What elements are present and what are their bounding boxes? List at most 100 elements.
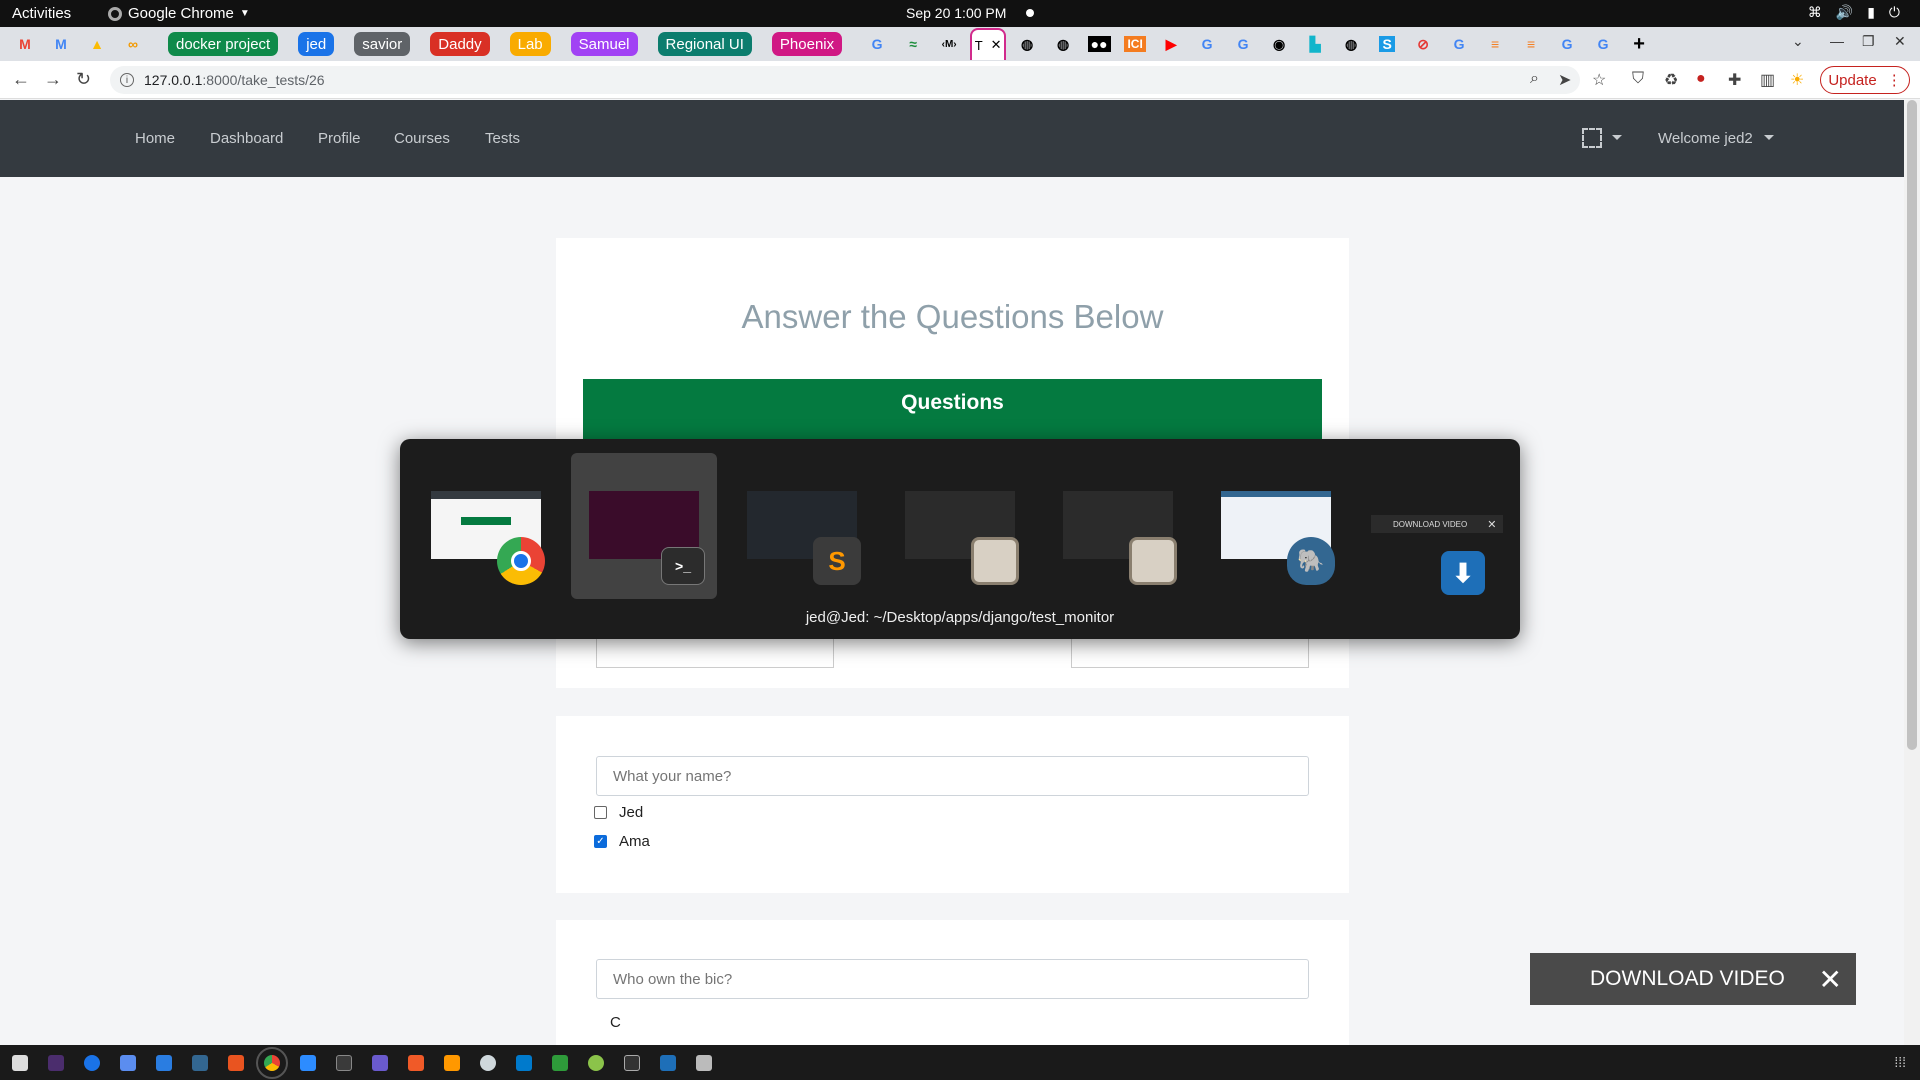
chrome-icon[interactable] [256,1046,288,1079]
network-tool-icon[interactable] [372,1054,388,1071]
switcher-window-files-2[interactable] [1045,453,1191,599]
send-icon[interactable]: ➤ [1558,70,1571,90]
tab-s[interactable]: S [1372,31,1402,57]
tab-group-chip[interactable]: Daddy [430,32,490,56]
tab-google-4[interactable]: G [1444,31,1474,57]
show-applications-icon[interactable]: ⁞⁞⁞ [1894,1054,1906,1070]
ide-icon[interactable] [48,1054,64,1071]
show-desktop-icon[interactable] [12,1054,28,1071]
tab-globe[interactable]: ◍ [1012,31,1042,57]
page-scrollbar[interactable] [1904,100,1920,1045]
answer-option[interactable]: C [610,1014,621,1031]
nav-profile[interactable]: Profile [318,130,361,147]
window-close-icon[interactable]: ✕ [1894,33,1906,50]
extension-recycle-icon[interactable]: ♻ [1664,70,1678,90]
tab-search-icon[interactable]: ⌄ [1792,33,1804,50]
tab-google-6[interactable]: G [1588,31,1618,57]
switcher-window-pgadmin[interactable]: 🐘 [1203,453,1349,599]
terminal-icon[interactable] [336,1054,352,1071]
chevron-down-icon[interactable] [1764,135,1774,140]
answer-option[interactable]: Jed [594,804,643,821]
download-arrow-icon[interactable] [660,1054,676,1071]
nav-tests[interactable]: Tests [485,130,520,147]
checkbox[interactable] [594,806,607,819]
tab-group-chip[interactable]: Lab [509,32,551,56]
tab-drive[interactable]: ▲ [82,31,112,57]
profile-avatar-icon[interactable]: ☀ [1790,70,1804,90]
qgis-icon[interactable] [588,1054,604,1071]
app-menu[interactable]: Google Chrome ▼ [108,5,250,22]
site-info-icon[interactable]: i [120,73,134,87]
minimize-icon[interactable]: — [1830,33,1844,49]
tab-code[interactable]: ‹M› [934,31,964,57]
tab-infinity[interactable]: ∞ [118,31,148,57]
tab-book[interactable]: ▙ [1300,31,1330,57]
side-panel-icon[interactable]: ▥ [1760,70,1775,90]
extensions-puzzle-icon[interactable]: ✚ [1728,70,1741,90]
tab-gmail[interactable]: M [10,31,40,57]
activities-button[interactable]: Activities [12,5,71,22]
clock[interactable]: Sep 20 1:00 PM [906,5,1006,21]
close-icon[interactable]: ✕ [991,37,1002,53]
tab-google-2[interactable]: G [1192,31,1222,57]
nav-dashboard[interactable]: Dashboard [210,130,283,147]
tab-gmail-2[interactable]: M [46,31,76,57]
question-prompt-field[interactable] [596,959,1309,999]
tab-github[interactable]: ◉ [1264,31,1294,57]
vscode-icon[interactable] [516,1054,532,1071]
download-video-button[interactable]: DOWNLOAD VIDEO ✕ [1530,953,1856,1005]
scrollbar-thumb[interactable] [1907,100,1917,750]
postgresql-elephant-icon[interactable] [192,1054,208,1071]
tab-stackoverflow[interactable]: ≡ [1480,31,1510,57]
reload-icon[interactable]: ↻ [76,69,91,90]
new-tab-button[interactable]: + [1624,31,1654,57]
restore-icon[interactable]: ❐ [1862,33,1875,50]
tab-group-chip[interactable]: Phoenix [771,32,843,56]
bookmark-star-icon[interactable]: ☆ [1592,70,1606,90]
system-tray[interactable]: ⌘ 🔊 ▮ ⏻ [1808,4,1900,21]
welcome-dropdown[interactable]: Welcome jed2 [1658,130,1753,147]
tab-red[interactable]: ⊘ [1408,31,1438,57]
close-icon[interactable]: ✕ [1819,963,1842,996]
tab-ici[interactable]: ICI [1120,31,1150,57]
nav-courses[interactable]: Courses [394,130,450,147]
chat-icon[interactable] [120,1054,136,1071]
help-icon[interactable] [84,1054,100,1071]
tab-globe-2[interactable]: ◍ [1048,31,1078,57]
document-icon[interactable] [156,1054,172,1071]
switcher-window-terminal[interactable]: >_ [571,453,717,599]
software-center-icon[interactable] [228,1054,244,1071]
tab-active[interactable]: T ✕ [970,28,1007,60]
tab-leaf[interactable]: ≈ [898,31,928,57]
question-prompt-field[interactable] [596,756,1309,796]
vim-icon[interactable] [624,1054,640,1071]
spreadsheet-icon[interactable] [552,1054,568,1071]
answer-option[interactable]: ✓ Ama [594,833,650,850]
tab-stackoverflow-2[interactable]: ≡ [1516,31,1546,57]
switcher-window-sublime[interactable]: S [729,453,875,599]
tab-google-3[interactable]: G [1228,31,1258,57]
tab-group-chip[interactable]: docker project [168,32,279,56]
tab-group-chip[interactable]: jed [298,32,335,56]
forward-icon[interactable]: → [44,69,62,90]
extension-shield-icon[interactable]: ⛉ [1632,70,1644,88]
switcher-window-download-video[interactable]: DOWNLOAD VIDEO ✕ ⬇ [1361,453,1507,599]
chevron-down-icon[interactable] [1612,135,1622,140]
tab-google[interactable]: G [862,31,892,57]
zoom-icon[interactable] [300,1054,316,1071]
postman-icon[interactable] [408,1054,424,1071]
tab-group-chip[interactable]: savior [354,32,411,56]
tab-group-chip[interactable]: Regional UI [657,32,752,56]
tab-google-5[interactable]: G [1552,31,1582,57]
address-bar[interactable]: i 127.0.0.1:8000/take_tests/26 [110,66,1580,94]
clock-icon[interactable] [480,1054,496,1071]
extension-badge-icon[interactable]: ● [1696,70,1706,88]
fullscreen-icon[interactable] [1582,128,1602,148]
zoom-icon[interactable]: ⌕ [1530,70,1539,88]
sublime-text-icon[interactable] [444,1054,460,1071]
back-icon[interactable]: ← [12,69,30,90]
nav-home[interactable]: Home [135,130,175,147]
trash-icon[interactable] [696,1054,712,1071]
update-button[interactable]: Update ⋮ [1820,66,1910,94]
tab-youtube[interactable]: ▶ [1156,31,1186,57]
